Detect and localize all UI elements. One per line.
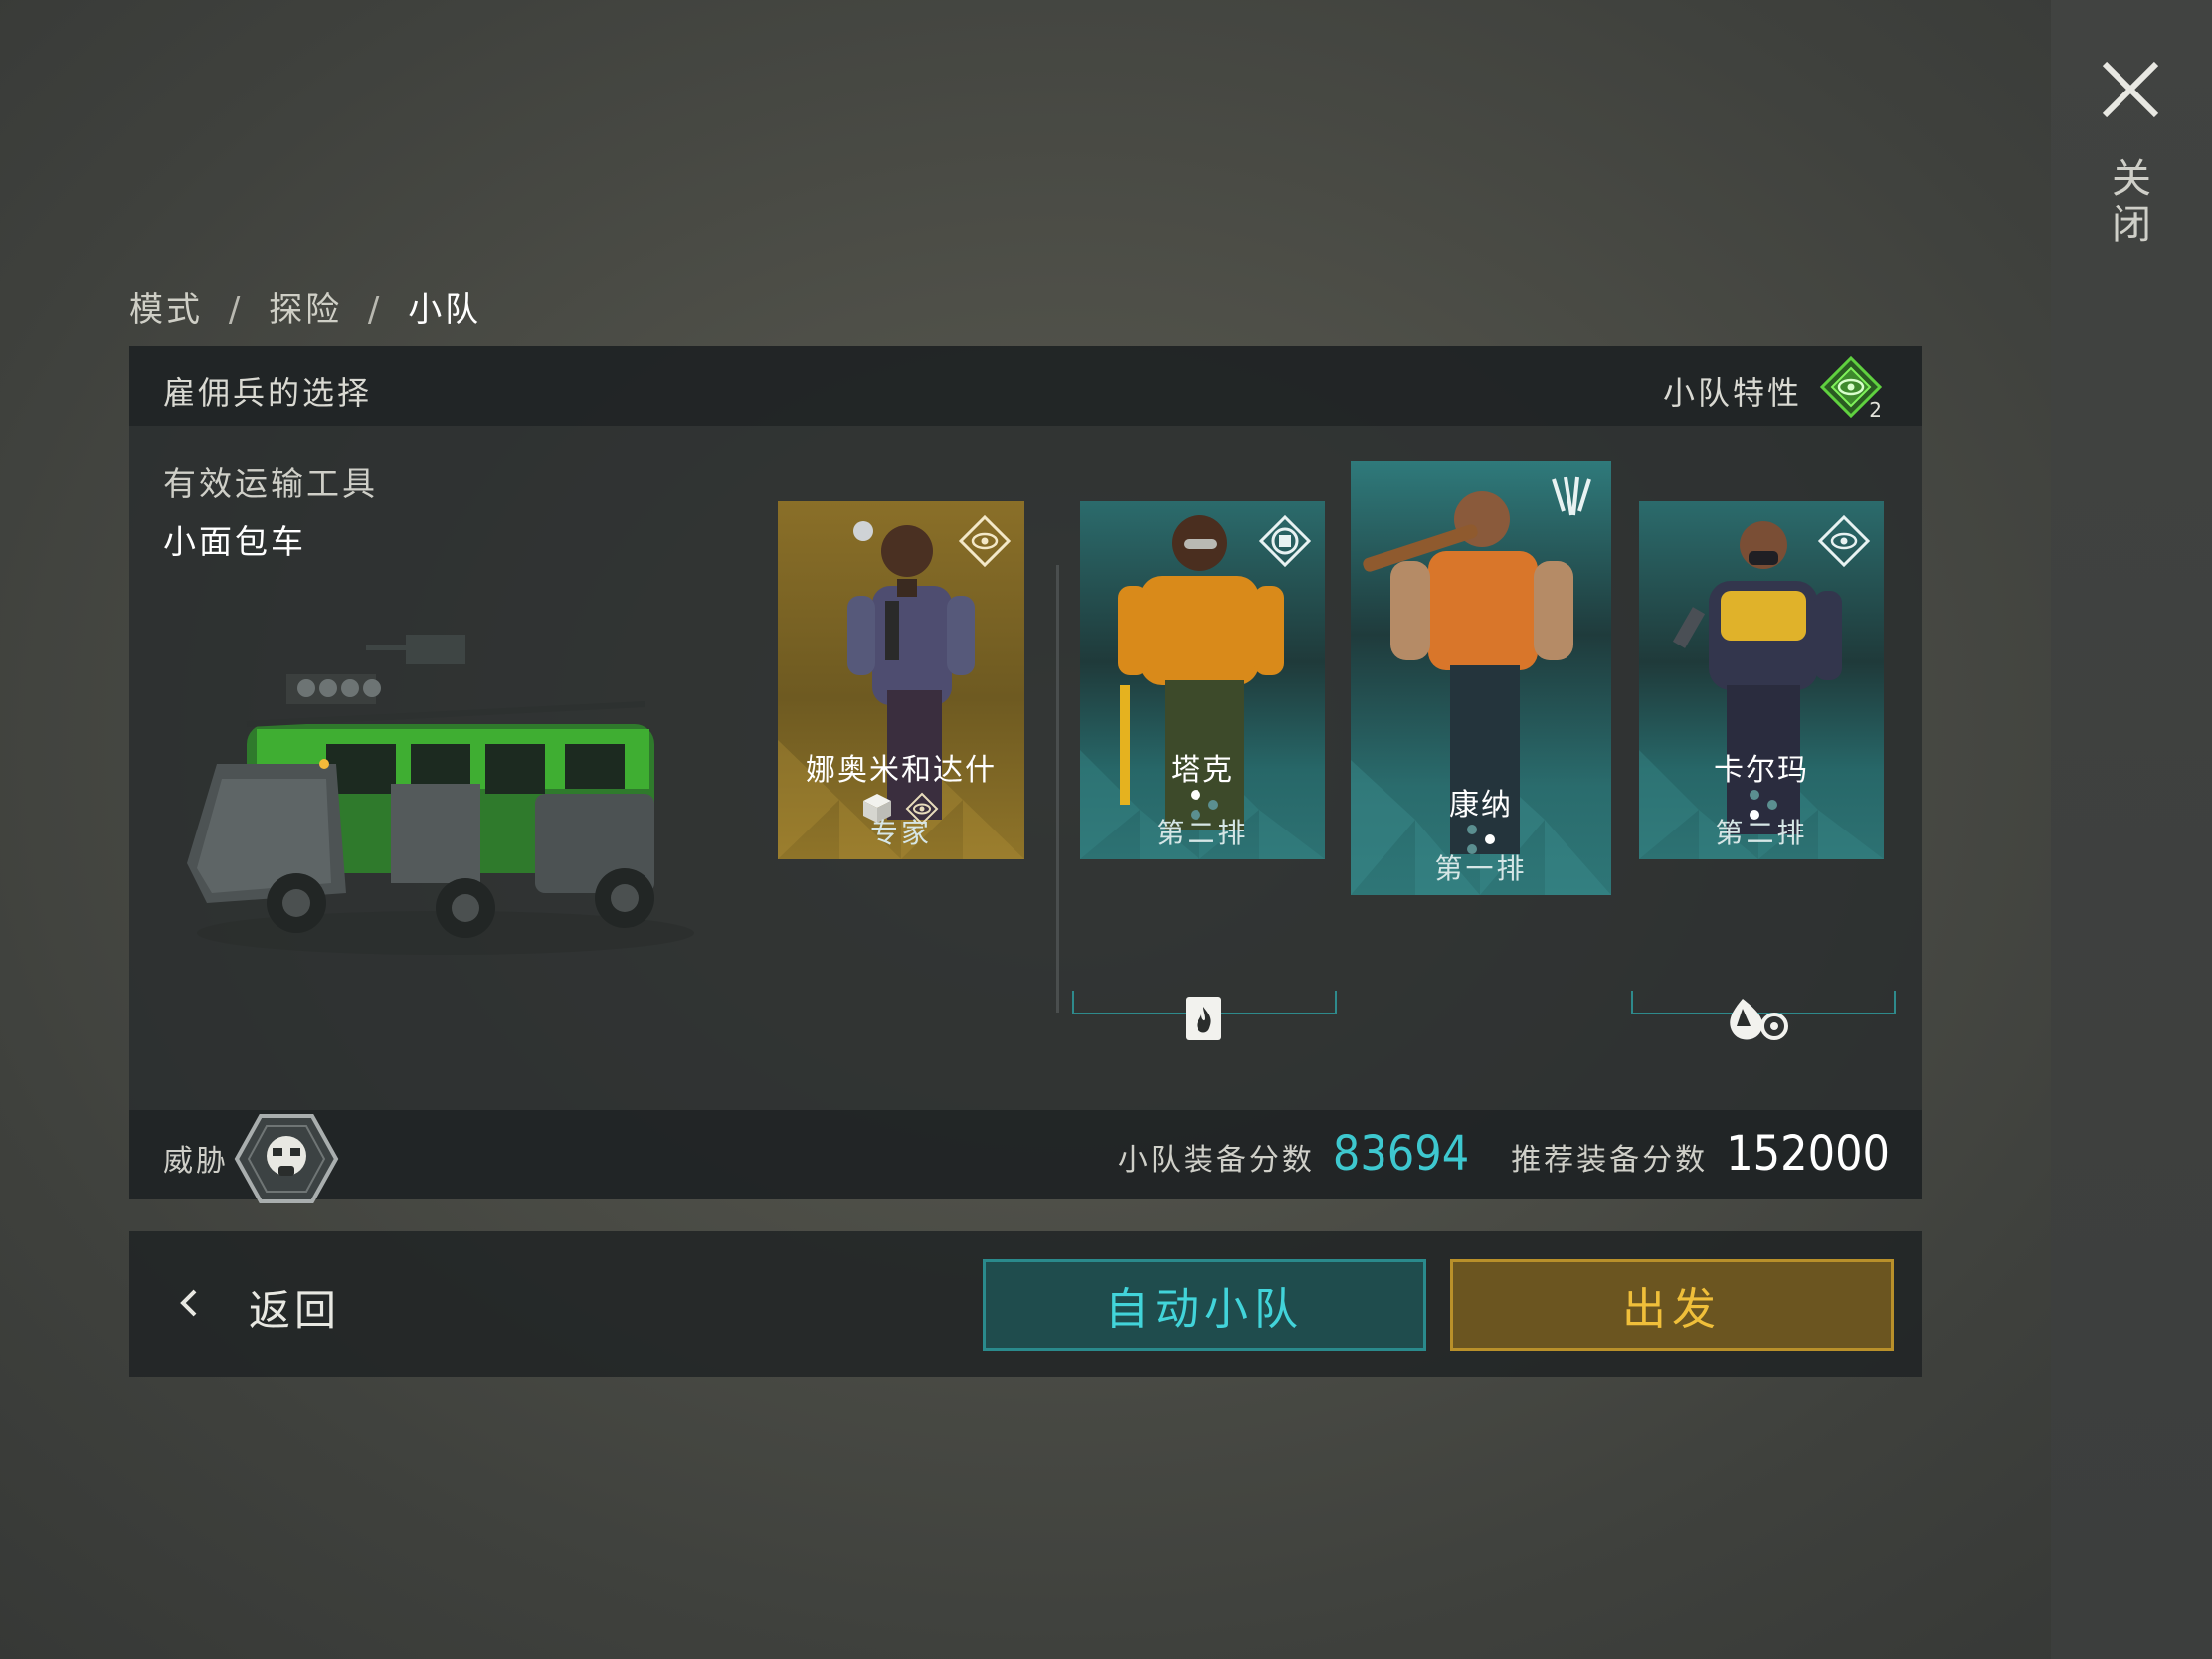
side-strip — [2051, 0, 2212, 1659]
recommended-score-label: 推荐装备分数 — [1511, 1143, 1709, 1178]
merc-card-connor[interactable]: 康纳 第一排 — [1351, 461, 1611, 895]
class-eye-icon — [1817, 514, 1871, 568]
merc-name: 娜奥米和达什 — [806, 753, 997, 788]
merc-row-label: 第一排 — [1434, 852, 1528, 885]
threat-label: 威胁 — [163, 1144, 229, 1179]
gas-mask-threat-icon[interactable] — [233, 1112, 340, 1205]
merc-card-tuck[interactable]: 塔克 第二排 — [1080, 501, 1325, 859]
back-button[interactable]: 返回 — [159, 1261, 398, 1347]
squad-trait-count: 2 — [1869, 398, 1882, 422]
merc-card-karma[interactable]: 卡尔玛 第二排 — [1639, 501, 1884, 859]
squad-panel: 雇佣兵的选择 小队特性 2 有效运输工具 小面包车 娜奥米和达什 专家 塔克 第… — [129, 346, 1922, 1203]
panel-header: 雇佣兵的选择 小队特性 2 — [129, 346, 1922, 426]
class-fist-icon — [1258, 514, 1312, 568]
breadcrumb-separator: / — [228, 290, 244, 330]
action-bar: 返回 自动小队 出发 — [129, 1231, 1922, 1377]
class-claw-icon — [1552, 476, 1591, 516]
merc-row-label: 第二排 — [1156, 817, 1249, 849]
panel-title: 雇佣兵的选择 — [163, 374, 373, 412]
merc-name: 康纳 — [1449, 788, 1513, 823]
card-divider — [1056, 565, 1059, 1013]
merc-row-label: 专家 — [869, 817, 932, 849]
merc-card-naomi-dash[interactable]: 娜奥米和达什 专家 — [778, 501, 1024, 859]
back-label: 返回 — [249, 1286, 341, 1335]
recommended-score-value: 152000 — [1726, 1126, 1890, 1182]
class-eye-icon — [958, 514, 1012, 568]
auto-squad-button[interactable]: 自动小队 — [983, 1259, 1426, 1351]
van-illustration[interactable] — [177, 615, 714, 973]
chevron-left-icon — [180, 1289, 197, 1317]
transport-label: 有效运输工具 — [163, 464, 378, 503]
score-area: 小队装备分数 83694 推荐装备分数 152000 — [1118, 1126, 1890, 1186]
squad-trait-label: 小队特性 — [1662, 374, 1802, 412]
toxic-drop-icon[interactable] — [1721, 993, 1796, 1044]
breadcrumb-separator: / — [367, 290, 383, 330]
breadcrumb-explore[interactable]: 探险 — [269, 290, 342, 330]
fire-canister-icon[interactable] — [1180, 993, 1227, 1044]
merc-name: 卡尔玛 — [1714, 753, 1809, 788]
breadcrumb-squad: 小队 — [408, 290, 482, 330]
breadcrumb: 模式 / 探险 / 小队 — [129, 282, 493, 331]
merc-row-label: 第二排 — [1715, 817, 1808, 849]
breadcrumb-mode[interactable]: 模式 — [129, 290, 203, 330]
depart-button[interactable]: 出发 — [1450, 1259, 1894, 1351]
transport-value: 小面包车 — [163, 522, 306, 561]
squad-score-label: 小队装备分数 — [1117, 1143, 1315, 1178]
close-icon[interactable] — [2099, 58, 2162, 121]
panel-footer: 威胁 小队装备分数 83694 推荐装备分数 152000 — [129, 1110, 1922, 1203]
merc-name: 塔克 — [1171, 753, 1234, 788]
close-label[interactable]: 关闭 — [2105, 157, 2156, 249]
squad-score-value: 83694 — [1332, 1126, 1470, 1182]
